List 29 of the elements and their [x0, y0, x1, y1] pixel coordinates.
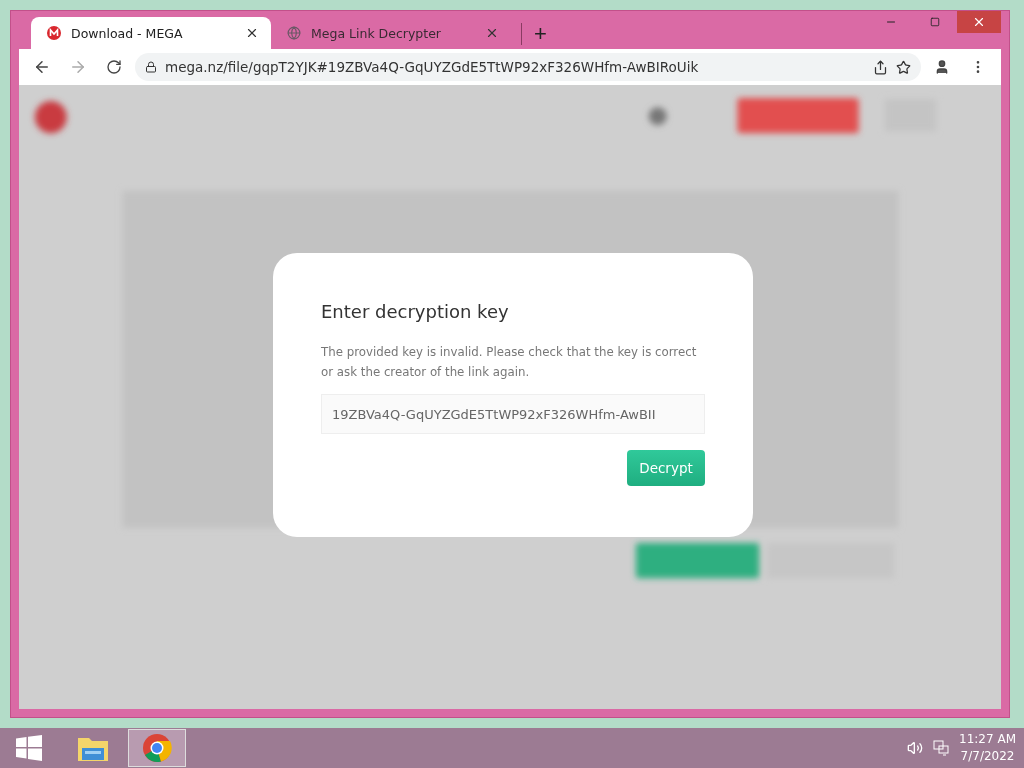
- close-button[interactable]: [957, 11, 1001, 33]
- address-bar[interactable]: mega.nz/file/gqpT2YJK#19ZBVa4Q-GqUYZGdE5TtWP92xF326WHfm-AwBIRoUik: [135, 53, 921, 81]
- windows-logo-icon: [16, 735, 42, 761]
- maximize-icon: [930, 17, 940, 27]
- url-text: mega.nz/file/gqpT2YJK#19ZBVa4Q-GqUYZGdE5TtWP92xF326WHfm-AwBIRoUik: [165, 59, 700, 75]
- browser-tab[interactable]: Download - MEGA: [31, 17, 271, 49]
- share-icon[interactable]: [873, 59, 888, 75]
- profile-icon: [934, 59, 950, 75]
- dialog-title: Enter decryption key: [321, 301, 510, 322]
- network-icon[interactable]: [933, 740, 950, 756]
- tab-title: Mega Link Decrypter: [311, 25, 442, 41]
- browser-tab[interactable]: Mega Link Decrypter: [271, 17, 511, 49]
- clock-date: 7/7/2022: [960, 748, 1015, 765]
- taskbar-clock[interactable]: 11:27 AM 7/7/2022: [959, 731, 1016, 765]
- globe-icon: [287, 26, 301, 40]
- bookmark-icon[interactable]: [896, 59, 911, 75]
- reload-icon: [106, 59, 122, 75]
- forward-arrow-icon: [69, 58, 87, 76]
- mega-logo-icon: [47, 26, 61, 40]
- chrome-icon: [142, 733, 172, 763]
- clock-time: 11:27 AM: [959, 731, 1016, 748]
- new-tab-button[interactable]: +: [521, 23, 553, 45]
- close-icon[interactable]: [245, 26, 259, 40]
- tab-title: Download - MEGA: [71, 25, 184, 41]
- key-input-field[interactable]: 19ZBVa4Q-GqUYZGdE5TtWP92xF326WHfm-AwBII: [321, 394, 705, 434]
- lock-icon: [145, 61, 157, 73]
- close-icon: [972, 15, 986, 29]
- taskbar-app-button[interactable]: [128, 729, 186, 767]
- error-message: The provided key is invalid. Please check that the key is correct or ask the creator of the link again.: [321, 344, 698, 381]
